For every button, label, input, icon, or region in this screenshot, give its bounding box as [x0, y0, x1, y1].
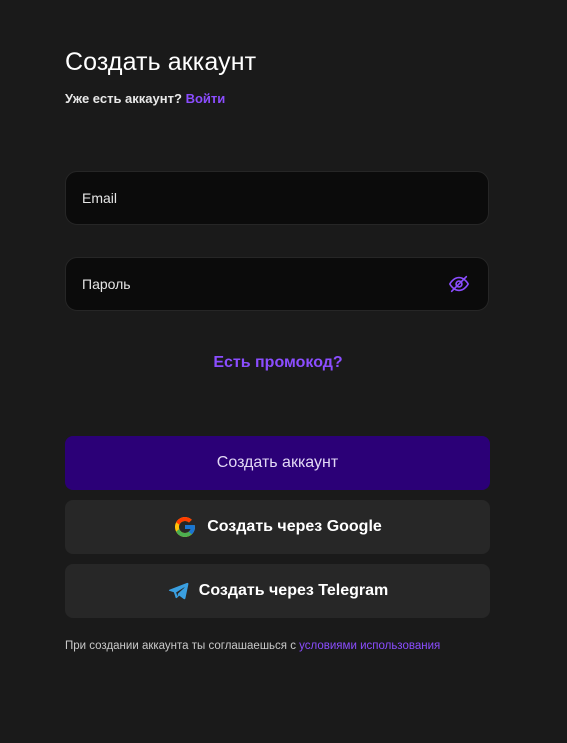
signup-page: Создать аккаунт Уже есть аккаунт? Войти …	[0, 0, 567, 743]
login-link[interactable]: Войти	[186, 91, 226, 106]
telegram-signup-label: Создать через Telegram	[198, 582, 389, 599]
create-account-label: Создать аккаунт	[216, 454, 339, 471]
terms-text: При создании аккаунта ты соглашаешься с	[65, 640, 296, 652]
google-signup-button[interactable]: Создать через Google	[65, 500, 490, 554]
email-field[interactable]	[82, 190, 472, 206]
login-prompt: Уже есть аккаунт? Войти	[65, 91, 225, 106]
google-signup-label: Создать через Google	[207, 518, 382, 535]
telegram-signup-button[interactable]: Создать через Telegram	[65, 564, 490, 618]
google-icon	[173, 515, 197, 539]
create-account-button[interactable]: Создать аккаунт	[65, 436, 490, 490]
eye-off-icon[interactable]	[448, 273, 470, 295]
terms-link[interactable]: условиями использования	[299, 640, 440, 652]
email-field-container	[65, 171, 489, 225]
have-account-text: Уже есть аккаунт?	[65, 91, 182, 106]
password-field[interactable]	[82, 276, 448, 292]
telegram-icon	[167, 580, 189, 602]
terms-notice: При создании аккаунта ты соглашаешься с …	[65, 640, 440, 652]
password-field-container	[65, 257, 489, 311]
promo-code-link[interactable]: Есть промокод?	[0, 354, 556, 372]
page-title: Создать аккаунт	[65, 48, 257, 76]
